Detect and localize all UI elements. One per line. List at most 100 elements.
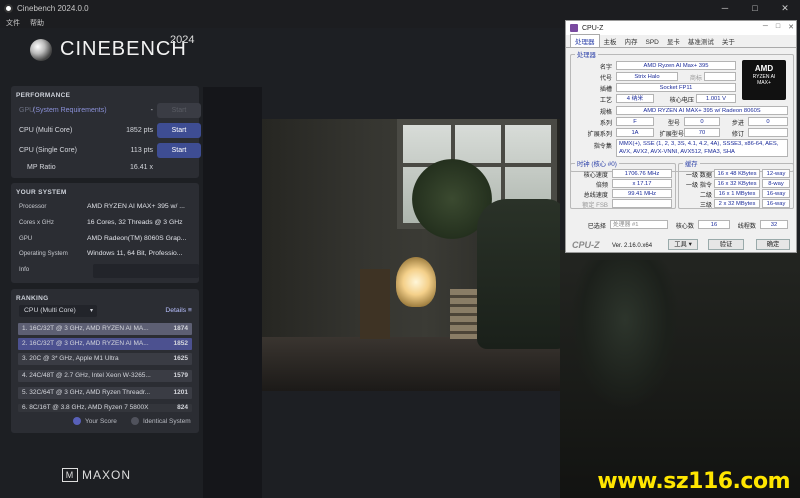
tab-spd[interactable]: SPD (642, 38, 663, 47)
info-label: Info (19, 266, 30, 273)
name-label: 名字 (599, 64, 612, 71)
ranking-type-dropdown[interactable]: CPU (Multi Core) ▾ (19, 305, 97, 317)
revision-field (748, 128, 788, 137)
threads-label: 线程数 (737, 223, 756, 230)
ranking-row[interactable]: 5. 32C/64T @ 3 GHz, AMD Ryzen Threadr...… (18, 387, 192, 399)
system-row-info: Info (19, 264, 203, 280)
ok-button[interactable]: 确定 (756, 239, 790, 250)
cpuz-maximize-icon[interactable]: □ (776, 23, 780, 31)
l1d-way-field: 12-way (762, 169, 790, 178)
socket-label: 插槽 (599, 86, 612, 93)
ext-family-field: 1A (616, 128, 654, 137)
brand-field (704, 72, 736, 81)
mp-ratio-value: 16.41 x (130, 163, 153, 171)
multiplier-label: 倍频 (595, 182, 608, 189)
ranking-row[interactable]: 1. 16C/32T @ 3 GHz, AMD RYZEN AI MA... 1… (18, 323, 192, 335)
cpuz-app-icon (570, 24, 578, 32)
l2-way-field: 16-way (762, 189, 790, 198)
identical-dot-icon (131, 417, 139, 425)
cpuz-minimize-icon[interactable]: ─ (763, 23, 768, 31)
ranking-row[interactable]: 4. 24C/48T @ 2.7 GHz, Intel Xeon W-3265.… (18, 370, 192, 382)
ranking-row-your-score[interactable]: 2. 16C/32T @ 3 GHz, AMD RYZEN AI MA... 1… (18, 338, 192, 350)
cores-count-label: 核心数 (675, 223, 694, 230)
tab-mainboard[interactable]: 主板 (600, 35, 621, 47)
system-row-gpu: GPU AMD Radeon(TM) 8060S Grap... (19, 235, 203, 249)
filter-icon: ≡ (188, 307, 192, 314)
window-titlebar: Cinebench 2024.0.0 ─ □ ✕ (0, 0, 800, 17)
cache-group-label: 缓存 (683, 159, 700, 168)
tab-processor[interactable]: 处理器 (570, 34, 600, 47)
render-foliage (570, 260, 680, 410)
socket-field: Socket FP11 (616, 83, 736, 92)
clocks-group-label: 时钟 (核心 #0) (575, 159, 619, 168)
tab-about[interactable]: 关于 (718, 35, 739, 47)
ext-family-label: 扩展系列 (587, 131, 612, 138)
codename-field: Strix Halo (616, 72, 678, 81)
os-value: Windows 11, 64 Bit, Professio... (87, 250, 183, 257)
cpuz-titlebar: CPU-Z ─ □ ✕ (566, 21, 796, 35)
l2-label: 二级 (699, 192, 712, 199)
details-button[interactable]: Details ≡ (165, 307, 192, 314)
ranking-row-label: 2. 16C/32T @ 3 GHz, AMD RYZEN AI MA... (22, 340, 149, 347)
ranking-row[interactable]: 6. 8C/16T @ 3.8 GHz, AMD Ryzen 7 5800X 8… (18, 404, 192, 412)
logo-version: 2024 (170, 34, 195, 46)
cpuz-brand: CPU-Z (572, 240, 600, 250)
gpu-start-button[interactable]: Start (157, 103, 201, 118)
validate-button[interactable]: 验证 (708, 239, 744, 250)
bus-speed-field: 99.41 MHz (612, 189, 672, 198)
menu-file[interactable]: 文件 (6, 18, 20, 28)
core-speed-field: 1706.76 MHz (612, 169, 672, 178)
l1i-field: 16 x 32 KBytes (714, 179, 760, 188)
l3-way-field: 16-way (762, 199, 790, 208)
cpu-multi-row: CPU (Multi Core) 1852 pts Start (11, 122, 201, 138)
ranking-title: RANKING (16, 295, 49, 302)
menu-help[interactable]: 帮助 (30, 18, 44, 28)
tab-graphics[interactable]: 显卡 (663, 35, 684, 47)
cpuz-window: CPU-Z ─ □ ✕ 处理器 主板 内存 SPD 显卡 基准测试 关于 处理器… (565, 20, 797, 253)
render-crate (360, 269, 390, 339)
system-title: YOUR SYSTEM (16, 189, 67, 196)
render-books (450, 289, 478, 339)
legend-your-score-label: Your Score (85, 417, 117, 425)
ranking-type-value: CPU (Multi Core) (24, 307, 76, 314)
l2-field: 16 x 1 MBytes (714, 189, 760, 198)
your-score-dot-icon (73, 417, 81, 425)
ranking-row[interactable]: 3. 20C @ 3* GHz, Apple M1 Ultra 1625 (18, 353, 192, 365)
family-label: 系列 (599, 120, 612, 127)
gpu-row: GPU (System Requirements) - Start (11, 102, 201, 118)
gpu-sys-label: GPU (19, 235, 33, 242)
system-row-processor: Processor AMD RYZEN AI MAX+ 395 w/ ... (19, 203, 203, 217)
maxon-logo: M MAXON (62, 468, 131, 482)
info-field[interactable] (93, 264, 199, 278)
watermark: www.sz116.com (597, 469, 790, 494)
performance-panel: PERFORMANCE GPU (System Requirements) - … (11, 86, 201, 178)
fsb-label: 额定 FSB (582, 202, 608, 209)
maximize-icon[interactable]: □ (740, 0, 770, 17)
performance-title: PERFORMANCE (16, 92, 71, 99)
minimize-icon[interactable]: ─ (710, 0, 740, 17)
tools-button[interactable]: 工具 ▾ (668, 239, 698, 250)
l1d-label: 一级 数据 (685, 172, 712, 179)
legend-identical-label: Identical System (143, 417, 191, 425)
tech-label: 工艺 (599, 97, 612, 104)
l1i-label: 一级 指令 (685, 182, 712, 189)
ranking-row-score: 1201 (173, 389, 188, 396)
tab-bench[interactable]: 基准测试 (684, 35, 718, 47)
cpuz-close-icon[interactable]: ✕ (788, 23, 794, 31)
threads-field: 32 (760, 220, 788, 229)
brand-label: 商标 (689, 75, 702, 82)
model-field: 0 (684, 117, 720, 126)
cpu-single-start-button[interactable]: Start (157, 143, 201, 158)
amd-ryzen-logo: AMD RYZEN AI MAX+ (742, 60, 786, 100)
spec-field: AMD RYZEN AI MAX+ 395 w/ Radeon 8060S (616, 106, 788, 115)
tab-memory[interactable]: 内存 (621, 35, 642, 47)
gpu-requirements-link[interactable]: (System Requirements) (33, 107, 107, 114)
processor-select[interactable]: 处理器 #1 (610, 220, 668, 229)
ranking-row-score: 1579 (173, 372, 188, 379)
render-viewport (262, 119, 560, 391)
close-icon[interactable]: ✕ (770, 0, 800, 17)
processor-label: Processor (19, 203, 47, 210)
cpu-multi-start-button[interactable]: Start (157, 123, 201, 138)
ranking-row-label: 5. 32C/64T @ 3 GHz, AMD Ryzen Threadr... (22, 389, 151, 396)
amd-logo-text: AMD (754, 64, 774, 73)
